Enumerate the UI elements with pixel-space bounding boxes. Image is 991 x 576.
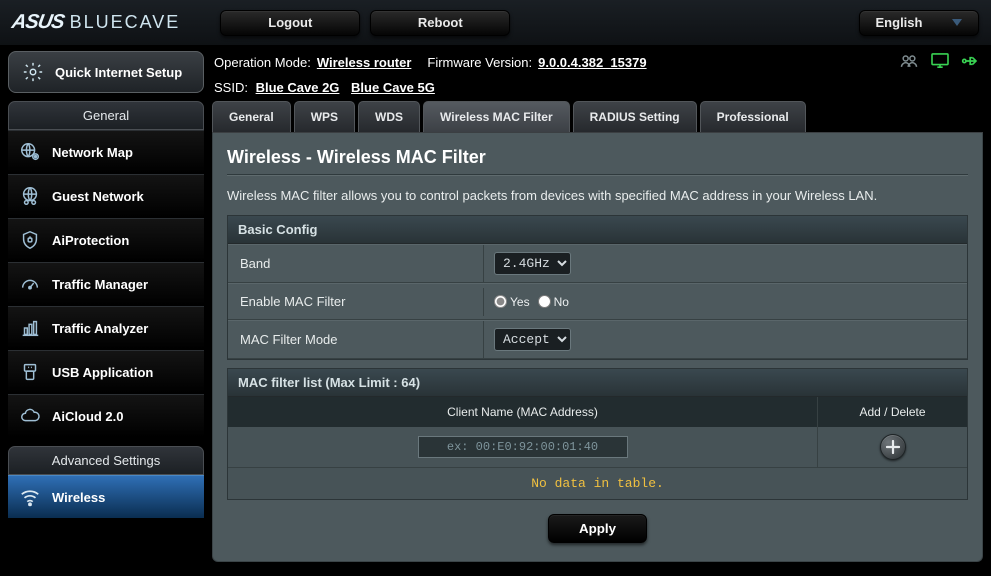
radio-no[interactable] — [538, 295, 551, 308]
quick-internet-setup[interactable]: Quick Internet Setup — [8, 51, 204, 93]
band-label: Band — [228, 246, 483, 281]
logout-button[interactable]: Logout — [220, 10, 360, 36]
ssid-1-link[interactable]: Blue Cave 2G — [256, 80, 340, 95]
ssid-label: SSID: — [214, 80, 248, 95]
globe-users-icon — [18, 184, 42, 208]
sidebar-item-label: Wireless — [52, 490, 105, 505]
globe-pin-icon — [18, 140, 42, 164]
enable-no-option[interactable]: No — [538, 295, 569, 309]
mac-filter-list-section: MAC filter list (Max Limit : 64) Client … — [227, 368, 968, 500]
advanced-menu: Wireless — [8, 475, 204, 519]
mac-list-title: MAC filter list (Max Limit : 64) — [228, 369, 967, 397]
page-title: Wireless - Wireless MAC Filter — [227, 147, 968, 168]
general-menu: Network Map Guest Network AiProtection T… — [8, 130, 204, 438]
page-description: Wireless MAC filter allows you to contro… — [227, 188, 968, 203]
status-row: Operation Mode: Wireless router Firmware… — [212, 51, 983, 80]
op-mode-link[interactable]: Wireless router — [317, 55, 412, 70]
tab-radius-setting[interactable]: RADIUS Setting — [573, 101, 697, 132]
main-panel: Wireless - Wireless MAC Filter Wireless … — [212, 133, 983, 562]
gear-icon — [21, 60, 45, 84]
ssid-2-link[interactable]: Blue Cave 5G — [351, 80, 435, 95]
no-data-message: No data in table. — [228, 467, 967, 499]
chart-icon — [18, 316, 42, 340]
wifi-icon — [18, 485, 42, 509]
enable-yes-option[interactable]: Yes — [494, 295, 530, 309]
clients-icon[interactable] — [899, 53, 919, 72]
model-text: BLUECAVE — [70, 12, 181, 33]
sidebar-item-aicloud[interactable]: AiCloud 2.0 — [8, 394, 204, 438]
basic-config-title: Basic Config — [228, 216, 967, 244]
sidebar-item-usb-application[interactable]: USB Application — [8, 350, 204, 394]
band-select[interactable]: 2.4GHz — [494, 252, 571, 275]
sidebar-item-label: Guest Network — [52, 189, 144, 204]
row-enable-mac: Enable MAC Filter Yes No — [228, 283, 967, 320]
sidebar-item-traffic-analyzer[interactable]: Traffic Analyzer — [8, 306, 204, 350]
sidebar-item-label: USB Application — [52, 365, 153, 380]
language-button[interactable]: English — [859, 10, 979, 36]
reboot-button[interactable]: Reboot — [370, 10, 510, 36]
op-mode-label: Operation Mode: — [214, 55, 311, 70]
general-section-title: General — [8, 101, 204, 130]
shield-icon — [18, 228, 42, 252]
network-status-icon[interactable] — [931, 53, 949, 72]
mac-list-header: Client Name (MAC Address) Add / Delete — [228, 397, 967, 427]
chevron-down-icon — [952, 19, 962, 27]
col-client-name: Client Name (MAC Address) — [228, 397, 817, 427]
advanced-section-title: Advanced Settings — [8, 446, 204, 475]
sidebar-item-label: AiProtection — [52, 233, 129, 248]
row-filter-mode: MAC Filter Mode Accept — [228, 320, 967, 359]
tab-wps[interactable]: WPS — [294, 101, 355, 132]
usb-icon — [18, 360, 42, 384]
divider — [227, 174, 968, 176]
sidebar-item-label: AiCloud 2.0 — [52, 409, 124, 424]
gauge-icon — [18, 272, 42, 296]
brand-text: ASUS — [10, 11, 66, 34]
sidebar-item-traffic-manager[interactable]: Traffic Manager — [8, 262, 204, 306]
logo: ASUS BLUECAVE — [12, 11, 180, 34]
sidebar-item-aiprotection[interactable]: AiProtection — [8, 218, 204, 262]
radio-yes[interactable] — [494, 295, 507, 308]
sidebar-item-label: Network Map — [52, 145, 133, 160]
row-band: Band 2.4GHz — [228, 244, 967, 283]
sidebar: Quick Internet Setup General Network Map… — [8, 51, 204, 562]
language-label: English — [876, 15, 923, 30]
filter-mode-select[interactable]: Accept — [494, 328, 571, 351]
mac-address-input[interactable] — [418, 436, 628, 458]
fw-link[interactable]: 9.0.0.4.382_15379 — [538, 55, 646, 70]
sidebar-item-label: Traffic Analyzer — [52, 321, 148, 336]
mac-input-row — [228, 427, 967, 467]
col-add-delete: Add / Delete — [817, 397, 967, 427]
sidebar-item-label: Traffic Manager — [52, 277, 148, 292]
tabs: General WPS WDS Wireless MAC Filter RADI… — [212, 101, 983, 133]
top-bar: ASUS BLUECAVE Logout Reboot English — [0, 0, 991, 45]
basic-config-section: Basic Config Band 2.4GHz Enable MAC Filt… — [227, 215, 968, 360]
filter-mode-label: MAC Filter Mode — [228, 322, 483, 357]
content: Operation Mode: Wireless router Firmware… — [212, 51, 983, 562]
ssid-row: SSID: Blue Cave 2G Blue Cave 5G — [212, 80, 983, 101]
sidebar-item-guest-network[interactable]: Guest Network — [8, 174, 204, 218]
fw-label: Firmware Version: — [427, 55, 532, 70]
tab-wireless-mac-filter[interactable]: Wireless MAC Filter — [423, 101, 570, 132]
cloud-icon — [18, 404, 42, 428]
tab-professional[interactable]: Professional — [700, 101, 806, 132]
add-button[interactable] — [880, 434, 906, 460]
plus-icon — [886, 440, 900, 454]
usb-status-icon[interactable] — [961, 53, 981, 72]
enable-mac-label: Enable MAC Filter — [228, 284, 483, 319]
sidebar-item-wireless[interactable]: Wireless — [8, 475, 204, 519]
tab-general[interactable]: General — [212, 101, 291, 132]
tab-wds[interactable]: WDS — [358, 101, 420, 132]
sidebar-item-network-map[interactable]: Network Map — [8, 130, 204, 174]
quick-label: Quick Internet Setup — [55, 65, 182, 80]
apply-button[interactable]: Apply — [548, 514, 647, 543]
